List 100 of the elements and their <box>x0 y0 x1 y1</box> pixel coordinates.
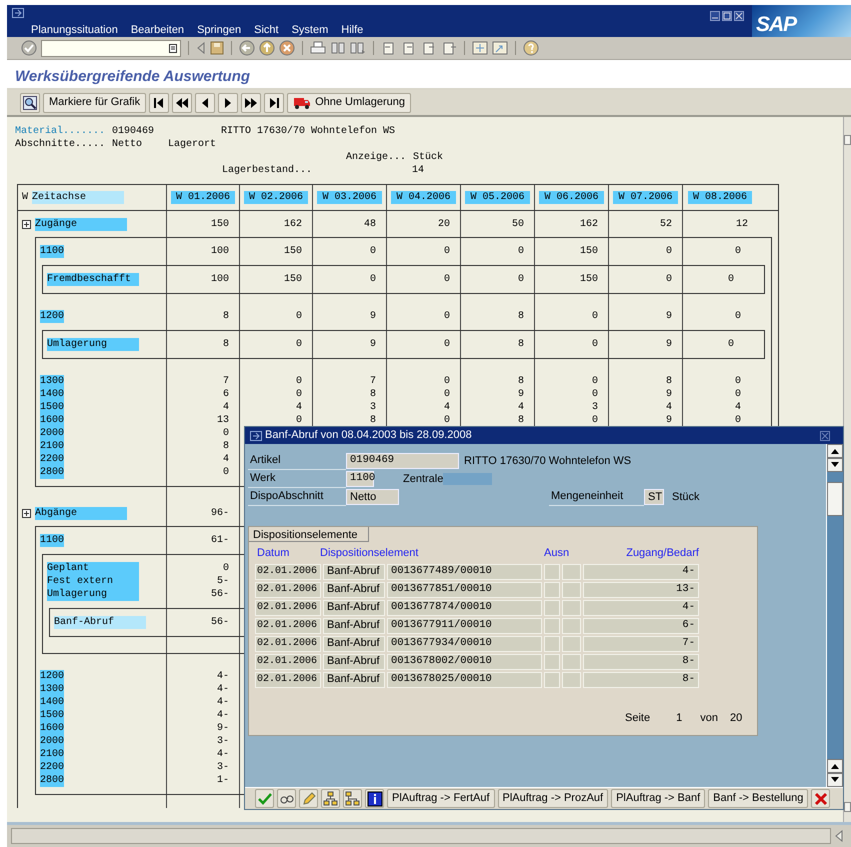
action-button[interactable]: PlAuftrag -> Banf <box>611 789 706 808</box>
column-header: W 06.2006 <box>539 191 604 204</box>
cell-value: 4- <box>216 748 229 761</box>
cell-value: 8 <box>222 338 229 351</box>
page-count: 20 <box>730 710 742 726</box>
column-header: Dispositionselement <box>320 547 418 559</box>
cell-value: 162 <box>580 218 598 230</box>
cell-value: 150 <box>580 273 598 286</box>
mark-for-chart-button[interactable]: Markiere für Grafik <box>43 92 146 112</box>
cell-value: 0 <box>734 310 741 323</box>
cell-value: 0 <box>370 273 376 286</box>
field-label: Zentrale <box>403 472 444 487</box>
cell-value: 3- <box>216 735 229 748</box>
number-cell: 0013677851/00010 <box>387 582 542 598</box>
menu-item[interactable]: System <box>292 22 328 38</box>
cell-value: 0 <box>734 388 741 401</box>
row-label: 2000 <box>40 735 64 748</box>
number-cell: 0013678025/00010 <box>387 672 542 688</box>
column-header: W 04.2006 <box>391 191 456 204</box>
row-label: Geplant <box>47 562 139 575</box>
cell-value: 0 <box>592 338 598 351</box>
material-description: RITTO 17630/70 Wohntelefon WS <box>221 125 396 138</box>
row-label: 1300 <box>40 683 64 696</box>
cell-value: 4 <box>222 401 229 414</box>
dialog-title: Banf-Abruf von 08.04.2003 bis 28.09.2008 <box>265 428 472 444</box>
cell-value: 9 <box>666 310 672 323</box>
cell-value: 8 <box>666 375 672 388</box>
without-transfer-button[interactable]: Ohne Umlagerung <box>287 92 411 112</box>
cell-value: 162 <box>284 218 302 230</box>
cell-value: 0 <box>222 466 229 479</box>
cell-value: 56- <box>210 588 229 601</box>
cell-value: 0 <box>370 245 376 258</box>
cell-value: 50 <box>512 218 524 230</box>
article-field: 0190469 <box>346 453 459 469</box>
cell-value: 0 <box>222 427 229 440</box>
menu-item[interactable]: Bearbeiten <box>130 22 184 38</box>
cell-value: 8 <box>518 375 524 388</box>
cell-value: 0 <box>296 388 302 401</box>
menu-item[interactable]: Sicht <box>254 22 279 38</box>
number-cell: 0013677874/00010 <box>387 600 542 616</box>
field-label: Lagerort <box>168 138 216 151</box>
cell-value: 4 <box>444 401 450 414</box>
column-header: W 01.2006 <box>170 191 235 204</box>
cell-value: 5- <box>216 575 229 588</box>
cell-value: 61- <box>210 534 229 547</box>
cell-value: 9 <box>370 310 376 323</box>
cell-value: 100 <box>210 245 229 258</box>
column-header: W 07.2006 <box>613 191 678 204</box>
row-label: 1100 <box>40 534 64 547</box>
row-label: 1200 <box>40 670 64 683</box>
cell-value: 0 <box>592 414 598 427</box>
cell-value: 4- <box>216 709 229 722</box>
cell-value: 4 <box>666 401 672 414</box>
cell-value: 52 <box>660 218 672 230</box>
cell-value: 0 <box>296 338 302 351</box>
cell-value: 9 <box>666 388 672 401</box>
field-label: Abschnitte..... <box>15 138 106 151</box>
quantity-cell: 8- <box>583 672 699 688</box>
cell-value: 1- <box>216 774 229 787</box>
row-label: Zeitachse <box>32 191 124 204</box>
action-button[interactable]: Banf -> Bestellung <box>708 789 808 808</box>
cell-value: 7 <box>222 375 229 388</box>
row-label: 2800 <box>40 774 64 787</box>
cell-value: 13 <box>216 414 229 427</box>
element-cell: Banf-Abruf <box>323 618 385 634</box>
menu-item[interactable]: Planungssituation <box>31 22 118 38</box>
row-label: Fest extern <box>47 575 139 588</box>
cell-value: 12 <box>736 218 748 230</box>
cell-value: 0 <box>518 245 524 258</box>
cell-value: 0 <box>296 375 302 388</box>
cell-value: 9 <box>666 338 672 351</box>
menu-item[interactable]: Hilfe <box>341 22 364 38</box>
cell-value: 150 <box>580 245 598 258</box>
row-label: 2100 <box>40 748 64 761</box>
cell-value: 9 <box>666 414 672 427</box>
row-label: Abgänge <box>35 506 127 520</box>
number-cell: 0013677489/00010 <box>387 564 542 580</box>
cell-value: 9 <box>518 388 524 401</box>
column-header: Zugang/Bedarf <box>626 547 699 559</box>
menu-item[interactable]: Springen <box>197 22 242 38</box>
field-label: Anzeige... <box>346 151 408 164</box>
row-label: 1400 <box>40 696 64 709</box>
action-button[interactable]: PlAuftrag -> FertAuf <box>387 789 495 808</box>
cell-value: 4- <box>216 696 229 709</box>
cell-value: 0 <box>734 375 741 388</box>
action-button[interactable]: PlAuftrag -> ProzAuf <box>498 789 608 808</box>
tab[interactable]: Dispositionselemente <box>249 527 369 542</box>
quantity-cell: 8- <box>583 654 699 670</box>
plant-field: 1100 <box>346 471 374 487</box>
article-description: RITTO 17630/70 Wohntelefon WS <box>464 454 632 469</box>
number-cell: 0013677911/00010 <box>387 618 542 634</box>
cell-value: 0 <box>444 375 450 388</box>
element-cell: Banf-Abruf <box>323 582 385 598</box>
row-label: 1600 <box>40 414 64 427</box>
cell-value: 8 <box>222 310 229 323</box>
row-label: 2200 <box>40 761 64 774</box>
cell-value: 4 <box>296 401 302 414</box>
cell-value: 4 <box>222 453 229 466</box>
cell-value: 96- <box>210 506 229 520</box>
row-label: Zugänge <box>35 218 127 230</box>
